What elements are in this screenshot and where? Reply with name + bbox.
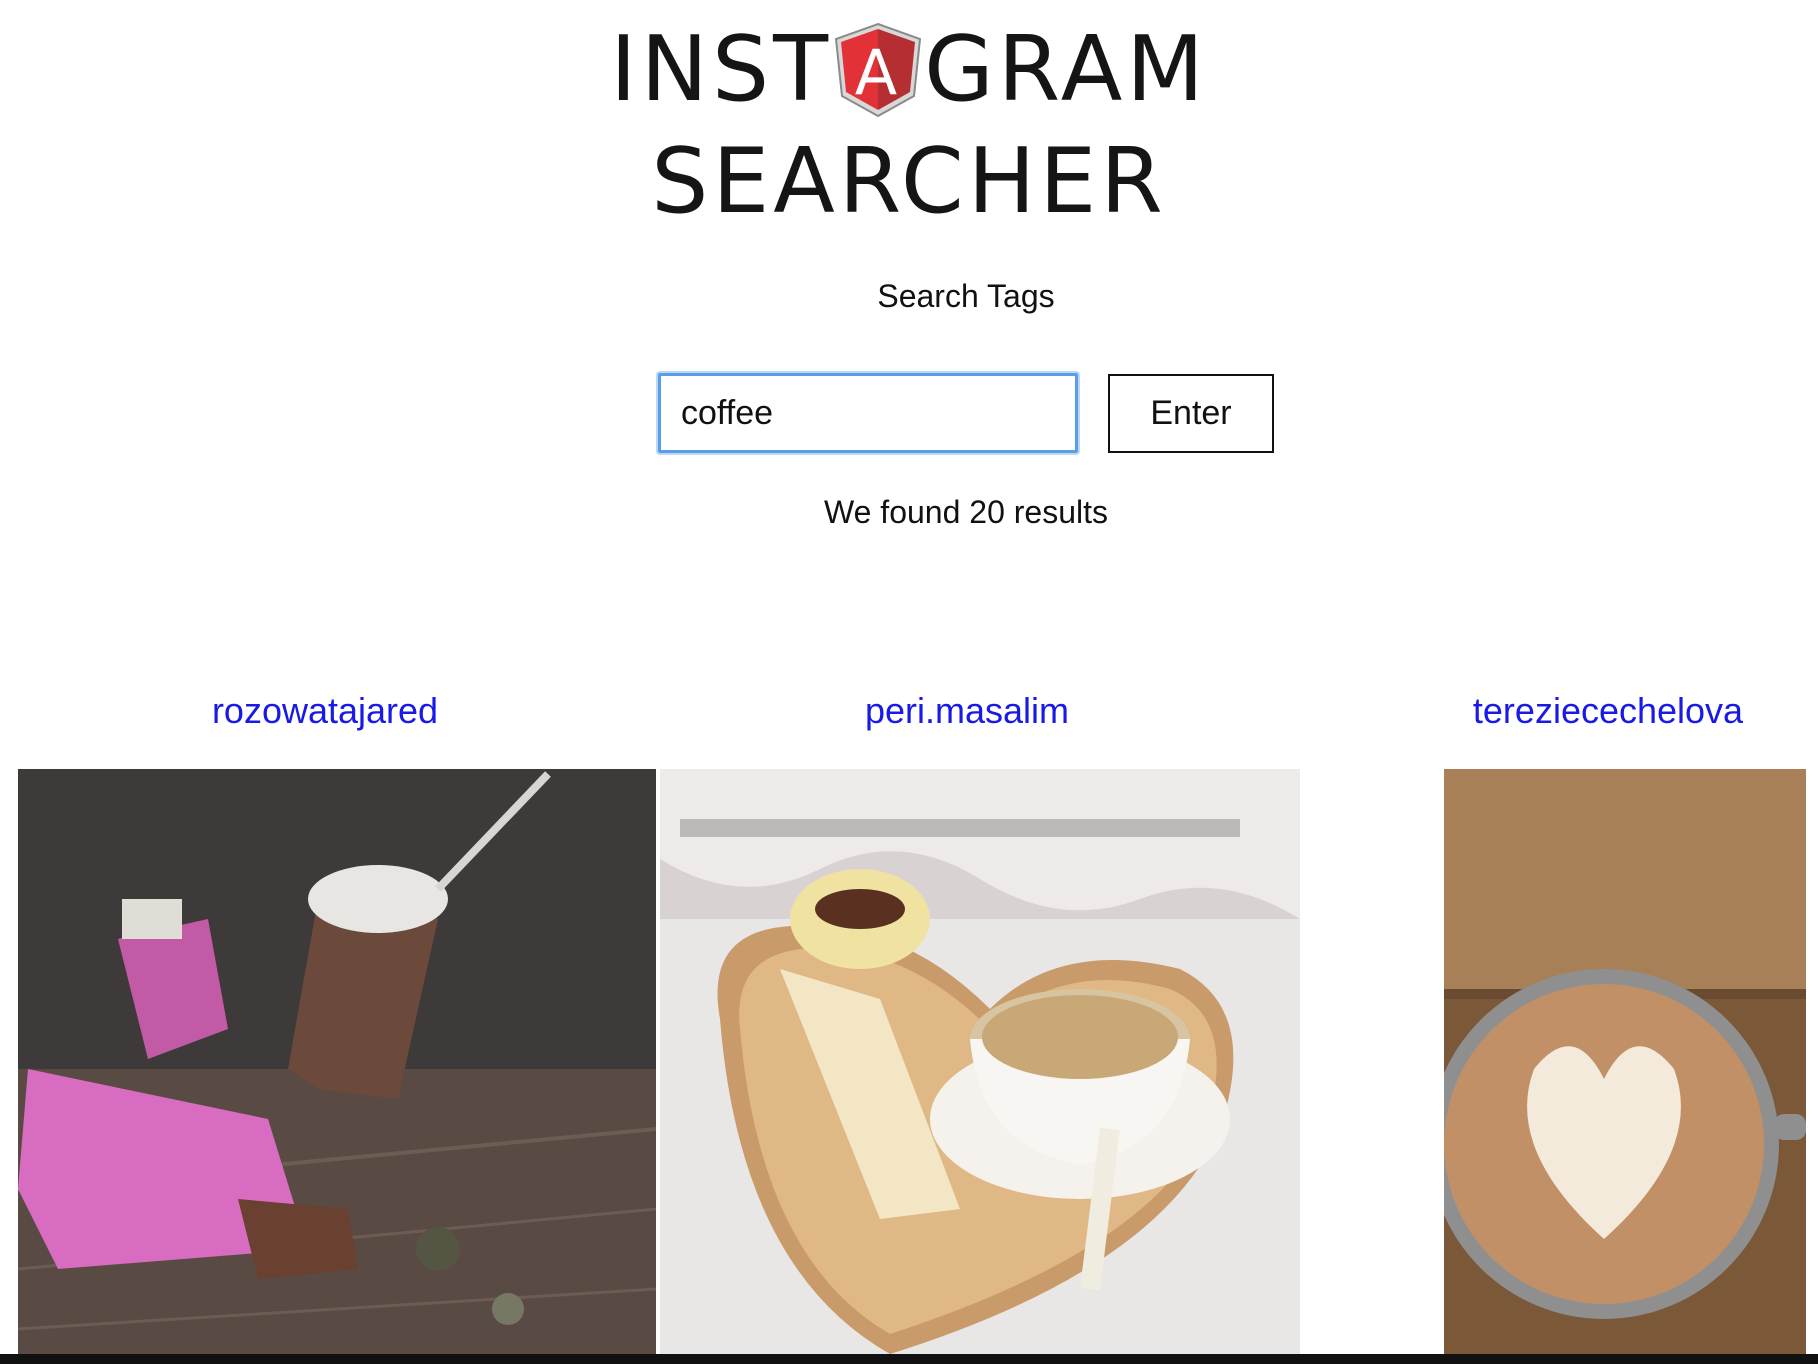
instagram-searcher-page: INST A GRAM SEARCHER Search Tags Enter W… <box>0 0 1818 1364</box>
bottom-edge-bar <box>0 1354 1818 1364</box>
app-logo: INST A GRAM SEARCHER <box>0 0 1818 240</box>
result-username-link[interactable]: tereziecechelova <box>1300 686 1818 736</box>
results-summary: We found 20 results <box>823 494 1108 530</box>
logo-line-2: SEARCHER <box>651 129 1167 234</box>
result-image[interactable] <box>660 769 1300 1355</box>
enter-button[interactable]: Enter <box>1108 374 1274 453</box>
search-input[interactable] <box>658 373 1078 453</box>
angular-shield-icon: A <box>834 22 922 118</box>
logo-line-1: INST A GRAM <box>0 22 1818 118</box>
result-username-link[interactable]: rozowatajared <box>18 686 632 736</box>
latte-art-heart-photo <box>1444 769 1806 1355</box>
shield-letter: A <box>855 36 901 109</box>
logo-text-gram: GRAM <box>924 17 1208 122</box>
search-tags-label: Search Tags <box>877 278 1055 314</box>
coffee-on-heart-tray-photo <box>660 769 1300 1355</box>
drinks-and-chocolate-photo <box>18 769 656 1355</box>
logo-text-inst: INST <box>610 17 833 122</box>
result-username-link[interactable]: peri.masalim <box>660 686 1274 736</box>
result-image[interactable] <box>1444 769 1806 1355</box>
result-image[interactable] <box>18 769 656 1355</box>
